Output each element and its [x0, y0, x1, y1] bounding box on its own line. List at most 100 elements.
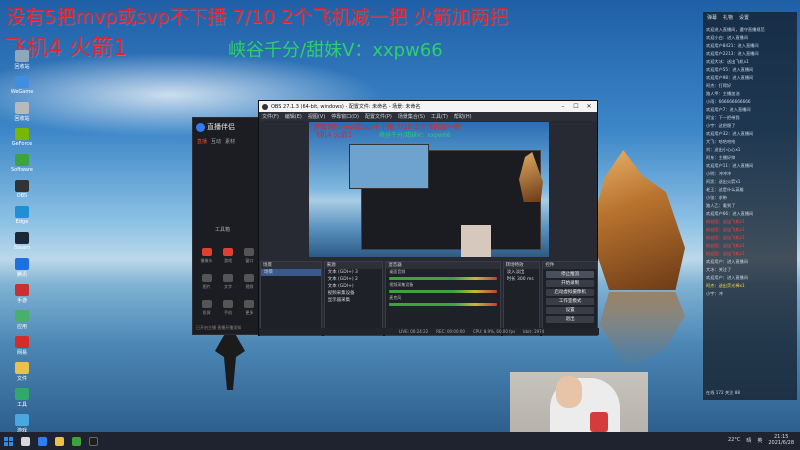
launcher-tool[interactable]: 更多 [239, 298, 260, 316]
source-item[interactable]: 文本 (GDI+) [325, 283, 383, 290]
obs-preview[interactable]: 没有5把mvp或svp不下播 7/10 2个飞机减一把 飞机4 火箭1 峡谷千分… [309, 122, 549, 257]
desktop-icon-label: GeForce [11, 141, 33, 147]
folder-icon[interactable] [55, 436, 64, 446]
desktop-icon[interactable]: 工具 [2, 388, 42, 412]
tool-label: 更多 [245, 310, 254, 315]
transitions-dock: 转场特效 淡入淡出 时长 300 ms [502, 261, 541, 336]
transition-option[interactable]: 淡入淡出 [504, 269, 540, 276]
scene-item[interactable]: 场景 [261, 269, 321, 276]
chat-message: 欢迎小白：进入直播间 [706, 35, 748, 40]
chat-tab[interactable]: 设置 [739, 14, 749, 21]
desktop-icon[interactable]: WeGame [2, 76, 42, 100]
clock-date: 2021/6/28 [768, 440, 794, 446]
desktop-icon[interactable]: 应用 [2, 310, 42, 334]
launcher-tool[interactable]: 摄像头 [196, 246, 217, 264]
obs-menu-item[interactable]: 配置文件(P) [365, 113, 392, 120]
source-item[interactable]: 文本 (GDI+) 2 [325, 276, 383, 283]
launcher-tool[interactable]: 视频 [239, 272, 260, 290]
obs-menu-item[interactable]: 工具(T) [431, 113, 448, 120]
weather-temp: 22°C [727, 437, 741, 443]
tool-label: 游戏 [223, 258, 232, 263]
tool-label: 文字 [223, 284, 232, 289]
chat-tab[interactable]: 弹幕 [707, 14, 717, 21]
chat-message: 阿宝：下一把带我 [706, 115, 740, 120]
controls-dock: 控件 停止推流 开始录制 启动虚拟摄像机 工作室模式 设置 退出 [542, 261, 599, 336]
language-indicator[interactable]: 英 [757, 437, 762, 444]
desktop-icon-label: 回收站 [14, 64, 30, 70]
tool-icon [222, 274, 233, 282]
desktop-icon-column: 回收站 WeGame 回收站 GeForce Software OBS Edge Steam 腾… [2, 50, 42, 450]
obs-menu-item[interactable]: 停靠窗口(D) [331, 113, 359, 120]
maximize-icon[interactable]: ☐ [571, 103, 581, 110]
chat-messages: 欢迎进入直播间，遵守直播规范 欢迎小白：进入直播间 欢迎用户8421：进入直播间 欢迎… [706, 26, 794, 298]
chat-message: 刘：送出小心心x1 [706, 147, 741, 152]
obs-window: OBS 27.1.3 (64-bit, windows) - 配置文件: 未命名… [258, 100, 599, 336]
obs-menu-item[interactable]: 文件(F) [262, 113, 279, 120]
control-button[interactable]: 开始录制 [546, 280, 595, 287]
desktop-icon[interactable]: 手游 [2, 284, 42, 308]
control-button[interactable]: 停止推流 [546, 271, 595, 278]
launcher-tool[interactable]: 投屏 [196, 298, 217, 316]
desktop-icon[interactable]: 腾讯 [2, 258, 42, 282]
launcher-tab[interactable]: 直播 [197, 138, 207, 145]
windows-start-icon[interactable] [4, 436, 13, 446]
close-icon[interactable]: ✕ [584, 103, 594, 110]
desktop-icon[interactable]: GeForce [2, 128, 42, 152]
transition-option[interactable]: 时长 300 ms [504, 276, 540, 283]
transitions-dock-title: 转场特效 [503, 262, 540, 269]
launcher-brand: 直播伴侣 [193, 118, 261, 136]
minimize-icon[interactable]: – [558, 103, 568, 110]
tool-label: 手机 [223, 310, 232, 315]
chat-message: 欢迎大冰：送出飞机x1 [706, 59, 749, 64]
launcher-tab[interactable]: 互动 [211, 138, 221, 145]
chat-message: 欢迎用户11：进入直播间 [706, 163, 754, 168]
mixer-volume-slider[interactable] [389, 290, 497, 293]
obs-menu-item[interactable]: 场景集合(S) [398, 113, 425, 120]
desktop-app-icon [15, 232, 29, 244]
chat-message: 欢迎用户2213：进入直播间 [706, 51, 759, 56]
source-item[interactable]: 显示器采集 [325, 297, 383, 304]
desktop-icon[interactable]: 回收站 [2, 50, 42, 74]
desktop-icon-label: Steam [13, 245, 31, 251]
chat-message: 阿东：主播好帅 [706, 155, 736, 160]
desktop-icon[interactable]: Software [2, 154, 42, 178]
desktop-icon-label: Software [10, 167, 34, 173]
control-button[interactable]: 工作室模式 [546, 298, 595, 305]
launcher-tool[interactable]: 图片 [196, 272, 217, 290]
chat-message: 粉丝团：送出飞机x1 [706, 219, 745, 224]
desktop-icon[interactable]: 回收站 [2, 102, 42, 126]
mixer-volume-slider[interactable] [389, 277, 497, 280]
clock[interactable]: 21:15 2021/6/28 [768, 434, 794, 446]
desktop-icon[interactable]: 网易 [2, 336, 42, 360]
source-item[interactable]: 视频采集设备 [325, 290, 383, 297]
obs-menu-item[interactable]: 编辑(E) [285, 113, 302, 120]
obs-menu-item[interactable]: 帮助(H) [454, 113, 472, 120]
desktop-icon[interactable]: 文件 [2, 362, 42, 386]
chat-message: 阿凯：送出火箭x1 [706, 179, 741, 184]
launcher-tool[interactable]: 窗口 [239, 246, 260, 264]
edge-icon[interactable] [38, 436, 47, 446]
app-icon[interactable] [72, 436, 81, 446]
obs-taskbar-icon[interactable] [89, 436, 98, 446]
desktop-icon[interactable]: Edge [2, 206, 42, 230]
search-icon[interactable] [21, 436, 30, 446]
obs-menu-item[interactable]: 视图(V) [308, 113, 325, 120]
launcher-tool[interactable]: 手机 [217, 298, 238, 316]
chat-tab[interactable]: 礼物 [723, 14, 733, 21]
desktop-icon[interactable]: Steam [2, 232, 42, 256]
launcher-tool[interactable]: 游戏 [217, 246, 238, 264]
chat-message: 大冰：关注了 [706, 267, 732, 272]
obs-titlebar[interactable]: OBS 27.1.3 (64-bit, windows) - 配置文件: 未命名… [259, 101, 597, 112]
mixer-volume-slider[interactable] [389, 303, 497, 306]
control-button[interactable]: 退出 [546, 316, 595, 323]
launcher-tool[interactable]: 文字 [217, 272, 238, 290]
desktop-icon[interactable]: OBS [2, 180, 42, 204]
control-button[interactable]: 启动虚拟摄像机 [546, 289, 595, 296]
launcher-tab[interactable]: 素材 [225, 138, 235, 145]
chat-footer: 在线 172 关注 88 [706, 390, 741, 395]
control-button[interactable]: 设置 [546, 307, 595, 314]
tool-icon [222, 248, 233, 256]
tool-icon [201, 300, 212, 308]
scenes-dock-title: 场景 [261, 262, 321, 269]
source-item[interactable]: 文本 (GDI+) 3 [325, 269, 383, 276]
